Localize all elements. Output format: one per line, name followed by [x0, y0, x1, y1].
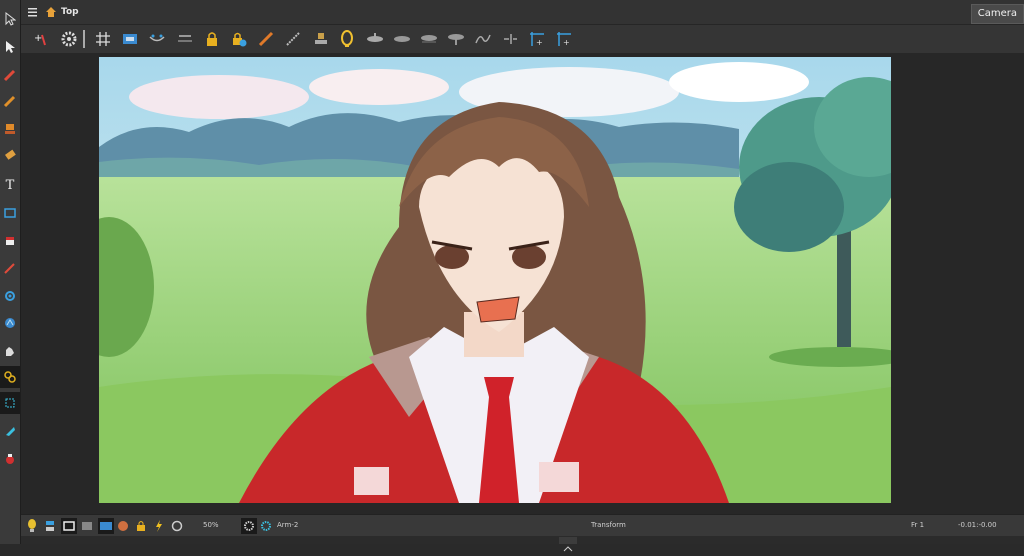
contour-select-icon[interactable]: [0, 36, 20, 58]
gear-dark-icon[interactable]: [241, 518, 257, 534]
menu-icon[interactable]: [27, 7, 41, 17]
layers-view-icon[interactable]: [43, 518, 57, 534]
corner-2-icon[interactable]: +: [554, 29, 574, 49]
stamp-tool-icon[interactable]: [0, 118, 20, 140]
paint-bucket-icon[interactable]: [0, 229, 20, 251]
eraser-icon[interactable]: [0, 145, 20, 167]
camera-view-panel: Top Camera + + + 50% Arm-2 Transform Fr …: [21, 0, 1024, 552]
stamp-icon[interactable]: [311, 29, 331, 49]
add-keyframe-icon[interactable]: +: [31, 29, 51, 49]
view-title: Top: [61, 7, 79, 17]
svg-text:+: +: [536, 38, 543, 47]
view-title-bar: Top: [21, 0, 1024, 24]
rectangle-icon[interactable]: [0, 202, 20, 224]
layer-1-icon[interactable]: [365, 29, 385, 49]
current-tool: Transform: [591, 521, 626, 529]
deformer-icon[interactable]: [259, 518, 273, 534]
toolbar-separator: [81, 29, 87, 49]
measure-icon[interactable]: [283, 29, 303, 49]
zoom-level[interactable]: 50%: [203, 521, 219, 529]
frame-number: Fr 1: [911, 521, 925, 529]
camera-button[interactable]: Camera: [970, 4, 1024, 24]
settings-gear-icon[interactable]: [59, 29, 79, 49]
preview-icon[interactable]: [80, 518, 94, 534]
grid-icon[interactable]: [93, 29, 113, 49]
kinematic-icon[interactable]: [500, 29, 520, 49]
pivot-icon[interactable]: [0, 285, 20, 307]
brush-icon[interactable]: [0, 64, 20, 86]
layer-2-icon[interactable]: [392, 29, 412, 49]
pen-icon[interactable]: [0, 420, 20, 442]
rigging-icon[interactable]: [0, 366, 20, 388]
text-icon[interactable]: T: [0, 174, 20, 196]
paint-icon[interactable]: [0, 448, 20, 470]
select-icon[interactable]: [0, 8, 20, 30]
glove-icon[interactable]: [0, 340, 20, 362]
lock-add-icon[interactable]: [229, 29, 249, 49]
reset-view-icon[interactable]: [170, 518, 184, 534]
transform-icon[interactable]: [0, 392, 20, 414]
pencil-icon[interactable]: [0, 90, 20, 112]
anime-scene-artwork: [99, 57, 891, 503]
svg-text:+: +: [563, 38, 570, 47]
camera-mask-icon[interactable]: [98, 518, 114, 534]
home-icon[interactable]: [45, 6, 57, 18]
lock-icon[interactable]: [202, 29, 222, 49]
panel-bottom-edge: [21, 536, 1024, 544]
view-status-bar: 50% Arm-2 Transform Fr 1 -0.01:-0.00: [21, 514, 1024, 537]
onion-skin-icon[interactable]: [147, 29, 167, 49]
hand-icon[interactable]: [0, 312, 20, 334]
frame-view-icon[interactable]: [61, 518, 77, 534]
ruler-icon[interactable]: [256, 29, 276, 49]
lamp-icon[interactable]: [337, 29, 357, 49]
bulb-icon[interactable]: [25, 518, 39, 534]
layer-3-icon[interactable]: [419, 29, 439, 49]
current-element: Arm-2: [277, 521, 299, 529]
layer-4-icon[interactable]: [446, 29, 466, 49]
corner-1-icon[interactable]: +: [527, 29, 547, 49]
svg-text:+: +: [34, 33, 42, 44]
camera-toolbar: + + +: [21, 24, 1024, 54]
cursor-coordinates: -0.01:-0.00: [958, 521, 997, 529]
light-table-icon[interactable]: [175, 29, 195, 49]
bone-icon[interactable]: [473, 29, 493, 49]
scene-frame[interactable]: [99, 57, 891, 503]
safe-area-icon[interactable]: [120, 29, 140, 49]
tools-strip: T: [0, 0, 21, 544]
dropper-icon[interactable]: [0, 257, 20, 279]
collapse-chevron-icon[interactable]: [559, 537, 577, 552]
camera-viewport[interactable]: [21, 53, 1024, 514]
lightning-icon[interactable]: [152, 518, 166, 534]
lock-status-icon[interactable]: [134, 518, 148, 534]
palette-icon[interactable]: [116, 518, 130, 534]
